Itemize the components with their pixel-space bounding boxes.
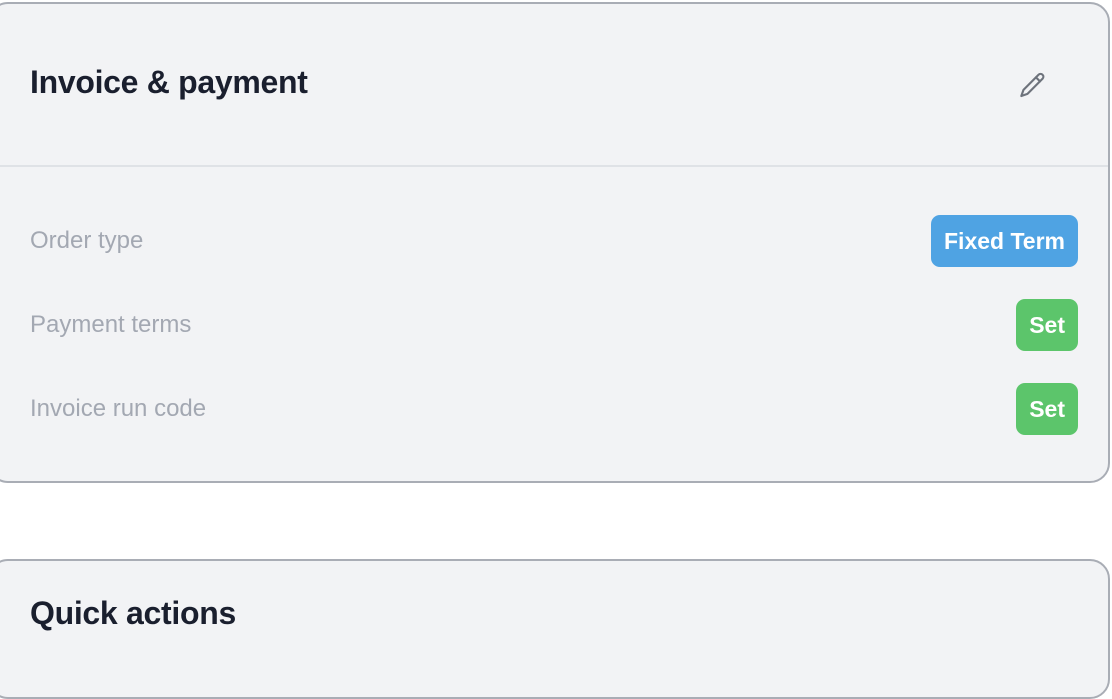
order-type-row: Order type Fixed Term — [30, 215, 1078, 267]
pencil-icon — [1020, 72, 1045, 98]
card-title: Invoice & payment — [30, 64, 308, 100]
invoice-run-code-badge: Set — [1016, 383, 1078, 435]
invoice-run-code-label: Invoice run code — [30, 395, 207, 422]
order-type-badge: Fixed Term — [931, 215, 1078, 267]
payment-terms-badge: Set — [1016, 299, 1078, 351]
card-title: Quick actions — [30, 595, 236, 631]
card-header: Invoice & payment — [0, 4, 1108, 167]
edit-button[interactable] — [1012, 66, 1052, 106]
payment-terms-label: Payment terms — [30, 311, 192, 338]
invoice-payment-card: Invoice & payment Order type Fixed Term … — [0, 2, 1110, 483]
quick-actions-card: Quick actions — [0, 559, 1110, 699]
payment-terms-row: Payment terms Set — [30, 299, 1078, 351]
invoice-run-code-row: Invoice run code Set — [30, 383, 1078, 435]
order-type-label: Order type — [30, 227, 144, 254]
